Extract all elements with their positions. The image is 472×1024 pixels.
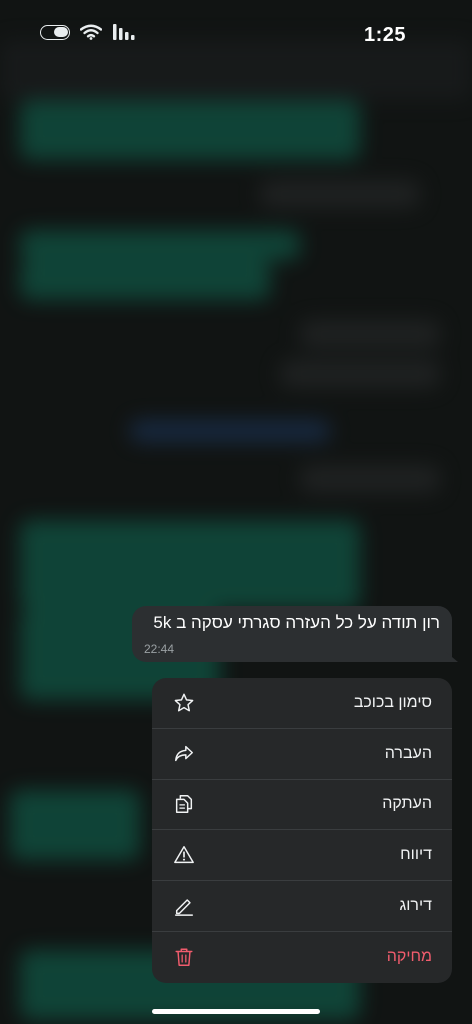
pencil-icon <box>172 894 196 918</box>
menu-item-label: העברה <box>384 744 432 762</box>
menu-item-rate[interactable]: דירוג <box>152 881 452 932</box>
menu-item-forward[interactable]: העברה <box>152 729 452 780</box>
copy-icon <box>172 792 196 816</box>
menu-item-label: דיווח <box>400 846 432 864</box>
menu-item-delete[interactable]: מחיקה <box>152 932 452 983</box>
menu-item-label: מחיקה <box>386 948 432 966</box>
menu-item-report[interactable]: דיווח <box>152 830 452 882</box>
trash-icon <box>172 945 196 969</box>
menu-item-copy[interactable]: העתקה <box>152 780 452 831</box>
message-text: רון תודה על כל העזרה סגרתי עסקה ב 5k <box>153 613 440 632</box>
wifi-icon <box>80 24 102 40</box>
warning-icon <box>172 843 196 867</box>
signal-icon <box>112 24 136 40</box>
menu-item-label: העתקה <box>382 795 432 813</box>
status-time: 1:25 <box>363 24 406 46</box>
message-time: 22:44 <box>144 642 175 656</box>
forward-icon <box>172 742 196 766</box>
chat-screen: 1:25 רון תודה על כל העזרה סגרתי עסקה ב 5… <box>0 0 472 1024</box>
star-icon <box>172 691 196 715</box>
home-indicator[interactable] <box>152 1009 320 1014</box>
status-bar: 1:25 <box>0 0 472 70</box>
toggle-icon <box>40 24 70 40</box>
menu-item-label: דירוג <box>399 897 433 915</box>
message-context-menu: סימון בכוכב העברה העתקה דיווח דירוג מחיק… <box>152 678 452 983</box>
menu-item-star[interactable]: סימון בכוכב <box>152 678 452 729</box>
selected-message-bubble[interactable]: רון תודה על כל העזרה סגרתי עסקה ב 5k 22:… <box>132 606 452 662</box>
status-icons <box>40 24 136 40</box>
menu-item-label: סימון בכוכב <box>353 693 432 711</box>
